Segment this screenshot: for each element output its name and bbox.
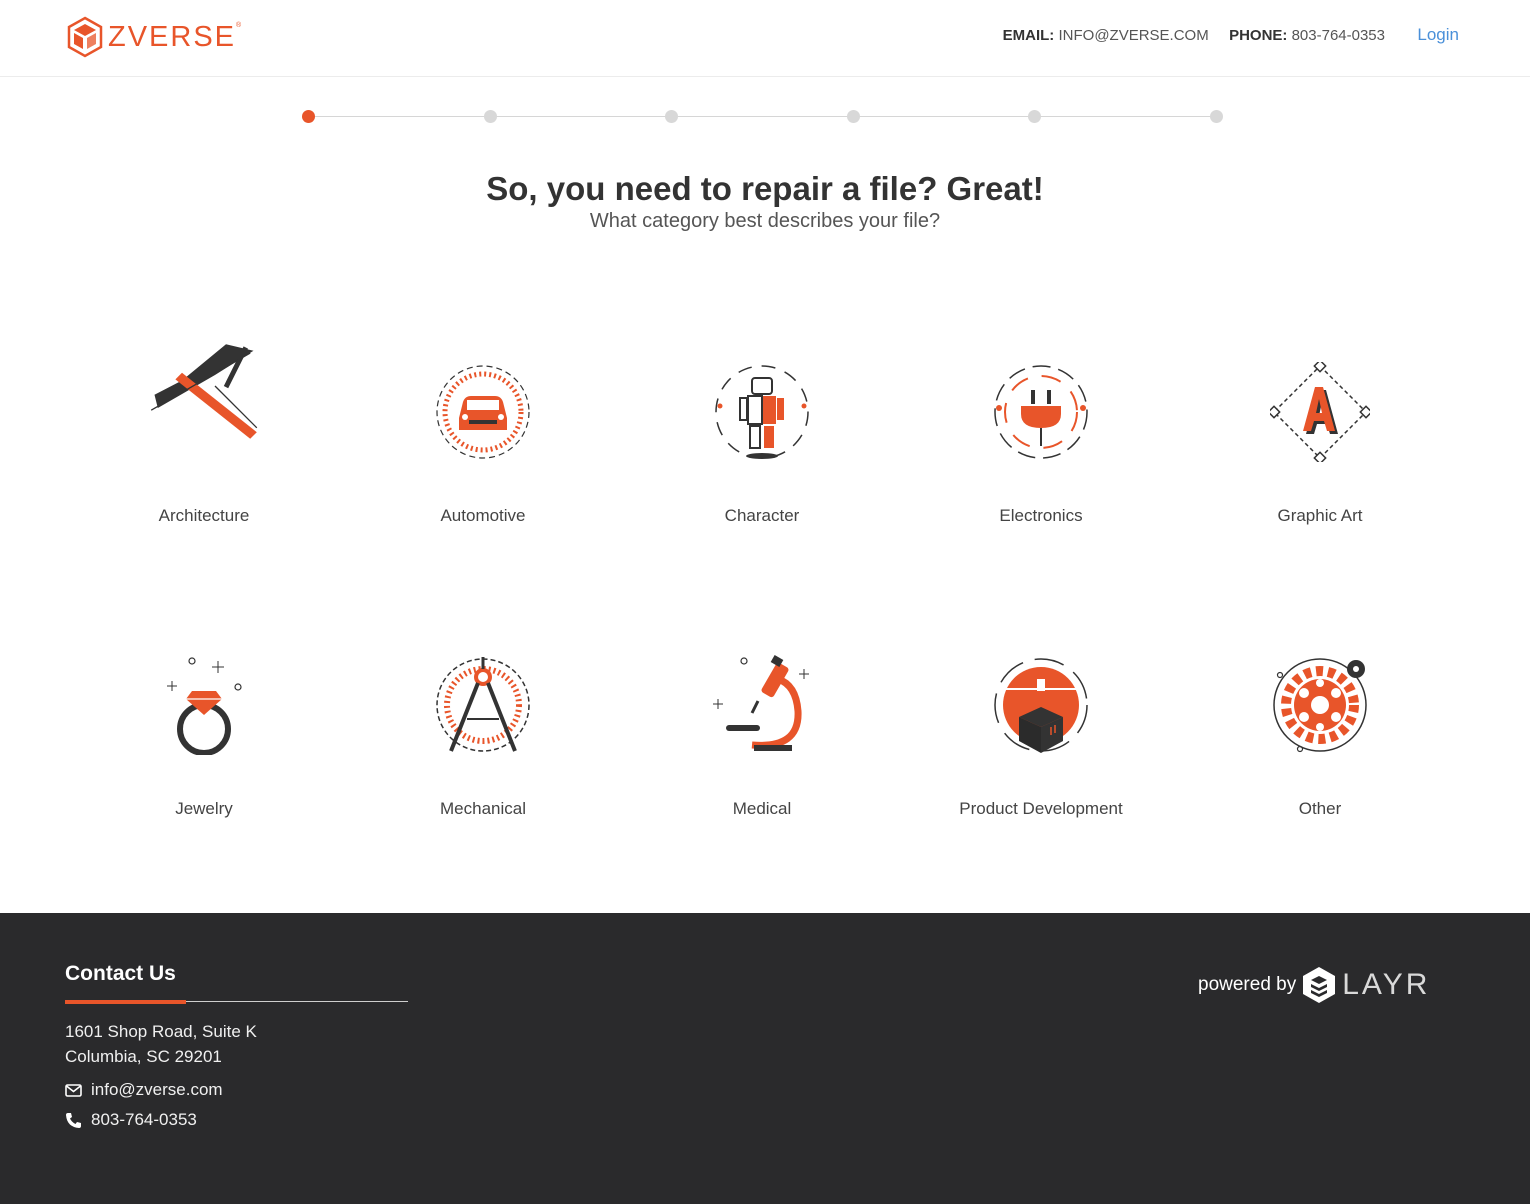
envelope-icon xyxy=(65,1083,82,1097)
progress-step-5 xyxy=(1028,110,1042,123)
footer-title: Contact Us xyxy=(65,962,176,985)
category-product-development[interactable]: Product Development xyxy=(921,599,1161,829)
category-label: Graphic Art xyxy=(1277,506,1363,525)
category-label: Architecture xyxy=(158,506,250,525)
category-other[interactable]: Other xyxy=(1200,599,1440,829)
category-label: Other xyxy=(1298,799,1342,818)
category-graphic-art[interactable]: Graphic Art xyxy=(1200,306,1440,536)
phone-label: PHONE: xyxy=(1229,27,1288,44)
category-electronics[interactable]: Electronics xyxy=(921,306,1161,536)
registered-mark: ® xyxy=(236,22,242,29)
category-character[interactable]: Character xyxy=(642,306,882,536)
header-contact: EMAIL: INFO@ZVERSE.COM PHONE: 803-764-03… xyxy=(1003,27,1385,44)
logo-wordmark: ZVERSE xyxy=(108,20,237,53)
powered-by-text: powered by xyxy=(1198,974,1297,995)
category-medical[interactable]: Medical xyxy=(642,599,882,829)
footer-divider-accent xyxy=(65,1000,186,1004)
gear-icon xyxy=(1273,658,1367,753)
layr-wordmark: LAYR xyxy=(1342,968,1431,1001)
letter-a-icon xyxy=(1270,362,1370,462)
robot-icon xyxy=(715,365,809,459)
layr-logo-icon xyxy=(1303,967,1336,1003)
page-subtitle: What category best describes your file? xyxy=(589,210,941,232)
footer-email[interactable]: info@zverse.com xyxy=(91,1080,223,1100)
ring-icon xyxy=(167,657,242,755)
plug-icon xyxy=(994,365,1088,459)
architecture-icon xyxy=(150,344,258,439)
page-title: So, you need to repair a file? Great! xyxy=(486,170,1044,207)
category-label: Jewelry xyxy=(175,799,233,818)
category-jewelry[interactable]: Jewelry xyxy=(84,599,324,829)
login-link[interactable]: Login xyxy=(1417,25,1459,45)
category-label: Electronics xyxy=(999,506,1083,525)
category-automotive[interactable]: Automotive xyxy=(363,306,603,536)
progress-track xyxy=(308,116,1216,117)
zverse-logo[interactable]: ZVERSE ® xyxy=(66,16,241,58)
footer-phone-row[interactable]: 803-764-0353 xyxy=(65,1110,197,1130)
progress-step-1 xyxy=(302,110,315,123)
category-label: Automotive xyxy=(440,506,526,525)
footer-address-line2: Columbia, SC 29201 xyxy=(65,1047,222,1066)
category-label: Product Development xyxy=(959,799,1123,818)
category-label: Mechanical xyxy=(440,799,526,818)
footer-address-line1: 1601 Shop Road, Suite K xyxy=(65,1022,257,1041)
car-icon xyxy=(436,365,530,459)
category-label: Character xyxy=(724,506,800,525)
progress-step-4 xyxy=(846,110,860,123)
category-label: Medical xyxy=(732,799,792,818)
footer-phone[interactable]: 803-764-0353 xyxy=(91,1110,197,1130)
cube-logo-icon xyxy=(67,16,103,58)
phone-icon xyxy=(66,1112,81,1128)
microscope-icon xyxy=(713,655,809,751)
category-mechanical[interactable]: Mechanical xyxy=(363,599,603,829)
site-footer: Contact Us 1601 Shop Road, Suite K Colum… xyxy=(0,913,1530,1204)
category-architecture[interactable]: Architecture xyxy=(84,306,324,536)
email-label: EMAIL: xyxy=(1002,27,1055,44)
progress-step-3 xyxy=(665,110,679,123)
footer-email-row[interactable]: info@zverse.com xyxy=(65,1080,223,1100)
powered-by-layr[interactable]: powered by LAYR xyxy=(1198,966,1430,1004)
site-header: ZVERSE ® EMAIL: INFO@ZVERSE.COM PHONE: 8… xyxy=(0,0,1530,77)
compass-icon xyxy=(436,657,530,752)
3d-printer-box-icon xyxy=(994,658,1088,753)
progress-step-2 xyxy=(483,110,497,123)
progress-step-6 xyxy=(1210,110,1223,123)
header-email[interactable]: INFO@ZVERSE.COM xyxy=(1058,27,1208,44)
header-phone[interactable]: 803-764-0353 xyxy=(1292,27,1385,44)
